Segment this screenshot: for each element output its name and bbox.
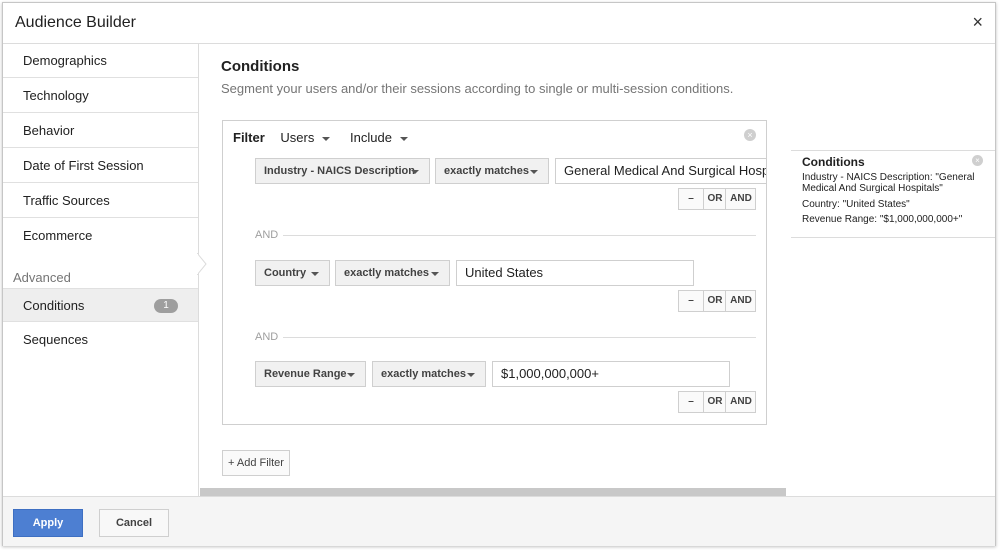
- chevron-down-icon: [322, 136, 331, 141]
- sidebar-item-conditions[interactable]: Conditions 1: [3, 288, 198, 322]
- condition-value-input[interactable]: General Medical And Surgical Hospitals: [555, 158, 766, 184]
- sidebar-section-advanced: Advanced: [13, 270, 71, 285]
- conditions-count-badge: 1: [154, 299, 178, 313]
- apply-button[interactable]: Apply: [13, 509, 83, 537]
- chevron-down-icon: [347, 373, 355, 377]
- dialog-footer: Apply Cancel: [3, 496, 995, 546]
- dimension-value: Country: [264, 267, 307, 279]
- operator-value: exactly matches: [344, 267, 429, 279]
- operator-value: exactly matches: [381, 368, 466, 380]
- summary-panel: Conditions × Industry - NAICS Descriptio…: [791, 44, 995, 496]
- condition-value-input[interactable]: United States: [456, 260, 694, 286]
- close-icon[interactable]: ×: [972, 11, 983, 33]
- chevron-down-icon: [411, 170, 419, 174]
- remove-filter-icon[interactable]: ×: [744, 129, 756, 141]
- sidebar-item-date-of-first-session[interactable]: Date of First Session: [3, 149, 198, 183]
- remove-condition-button[interactable]: –: [679, 392, 703, 412]
- and-button[interactable]: AND: [725, 392, 756, 412]
- page-subtitle: Segment your users and/or their sessions…: [221, 81, 734, 96]
- remove-condition-button[interactable]: –: [679, 291, 703, 311]
- separator-line: [283, 235, 756, 236]
- sidebar-item-label: Conditions: [23, 298, 85, 313]
- remove-condition-button[interactable]: –: [679, 189, 703, 209]
- main-panel: Conditions Segment your users and/or the…: [199, 44, 790, 496]
- and-separator: AND: [255, 331, 279, 343]
- dimension-value: Revenue Range: [264, 368, 347, 380]
- filter-scope-value: Users: [280, 130, 315, 145]
- summary-line: Industry - NAICS Description: "General M…: [802, 172, 975, 194]
- operator-value: exactly matches: [444, 165, 529, 177]
- and-button[interactable]: AND: [725, 189, 756, 209]
- sidebar-item-technology[interactable]: Technology: [3, 79, 198, 113]
- dimension-select[interactable]: Industry - NAICS Description: [255, 158, 430, 184]
- condition-button-group: – OR AND: [678, 290, 756, 312]
- remove-summary-icon[interactable]: ×: [972, 155, 983, 166]
- cancel-button[interactable]: Cancel: [99, 509, 169, 537]
- chevron-down-icon: [311, 272, 319, 276]
- summary-line: Country: "United States": [802, 199, 910, 210]
- filter-box: Filter Users Include × Industry - NAICS …: [222, 120, 767, 425]
- filter-mode-value: Include: [350, 130, 392, 145]
- sidebar-item-traffic-sources[interactable]: Traffic Sources: [3, 184, 198, 218]
- condition-button-group: – OR AND: [678, 188, 756, 210]
- add-filter-button[interactable]: + Add Filter: [222, 450, 290, 476]
- horizontal-scrollbar[interactable]: [200, 488, 786, 496]
- summary-line: Revenue Range: "$1,000,000,000+": [802, 214, 963, 225]
- dimension-select[interactable]: Country: [255, 260, 330, 286]
- filter-scope-dropdown[interactable]: Users: [280, 130, 331, 145]
- filter-header: Filter Users Include: [233, 130, 408, 145]
- filter-label: Filter: [233, 130, 265, 145]
- operator-select[interactable]: exactly matches: [435, 158, 549, 184]
- sidebar-item-demographics[interactable]: Demographics: [3, 44, 198, 78]
- chevron-down-icon: [399, 136, 408, 141]
- sidebar-item-behavior[interactable]: Behavior: [3, 114, 198, 148]
- chevron-down-icon: [530, 170, 538, 174]
- and-button[interactable]: AND: [725, 291, 756, 311]
- operator-select[interactable]: exactly matches: [335, 260, 450, 286]
- filter-mode-dropdown[interactable]: Include: [350, 130, 408, 145]
- chevron-down-icon: [467, 373, 475, 377]
- dimension-select[interactable]: Revenue Range: [255, 361, 366, 387]
- operator-select[interactable]: exactly matches: [372, 361, 486, 387]
- or-button[interactable]: OR: [703, 392, 726, 412]
- title-bar: Audience Builder ×: [3, 3, 995, 44]
- page-title: Conditions: [221, 58, 300, 75]
- or-button[interactable]: OR: [703, 291, 726, 311]
- condition-button-group: – OR AND: [678, 391, 756, 413]
- dialog-title: Audience Builder: [15, 14, 136, 31]
- and-separator: AND: [255, 229, 279, 241]
- sidebar-item-sequences[interactable]: Sequences: [3, 323, 198, 357]
- audience-builder-dialog: Audience Builder × Demographics Technolo…: [2, 2, 996, 546]
- sidebar-item-ecommerce[interactable]: Ecommerce: [3, 219, 198, 253]
- or-button[interactable]: OR: [703, 189, 726, 209]
- chevron-down-icon: [431, 272, 439, 276]
- dimension-value: Industry - NAICS Description: [264, 165, 415, 177]
- separator-line: [283, 337, 756, 338]
- summary-title: Conditions: [802, 155, 865, 169]
- condition-value-input[interactable]: $1,000,000,000+: [492, 361, 730, 387]
- sidebar: Demographics Technology Behavior Date of…: [3, 44, 199, 496]
